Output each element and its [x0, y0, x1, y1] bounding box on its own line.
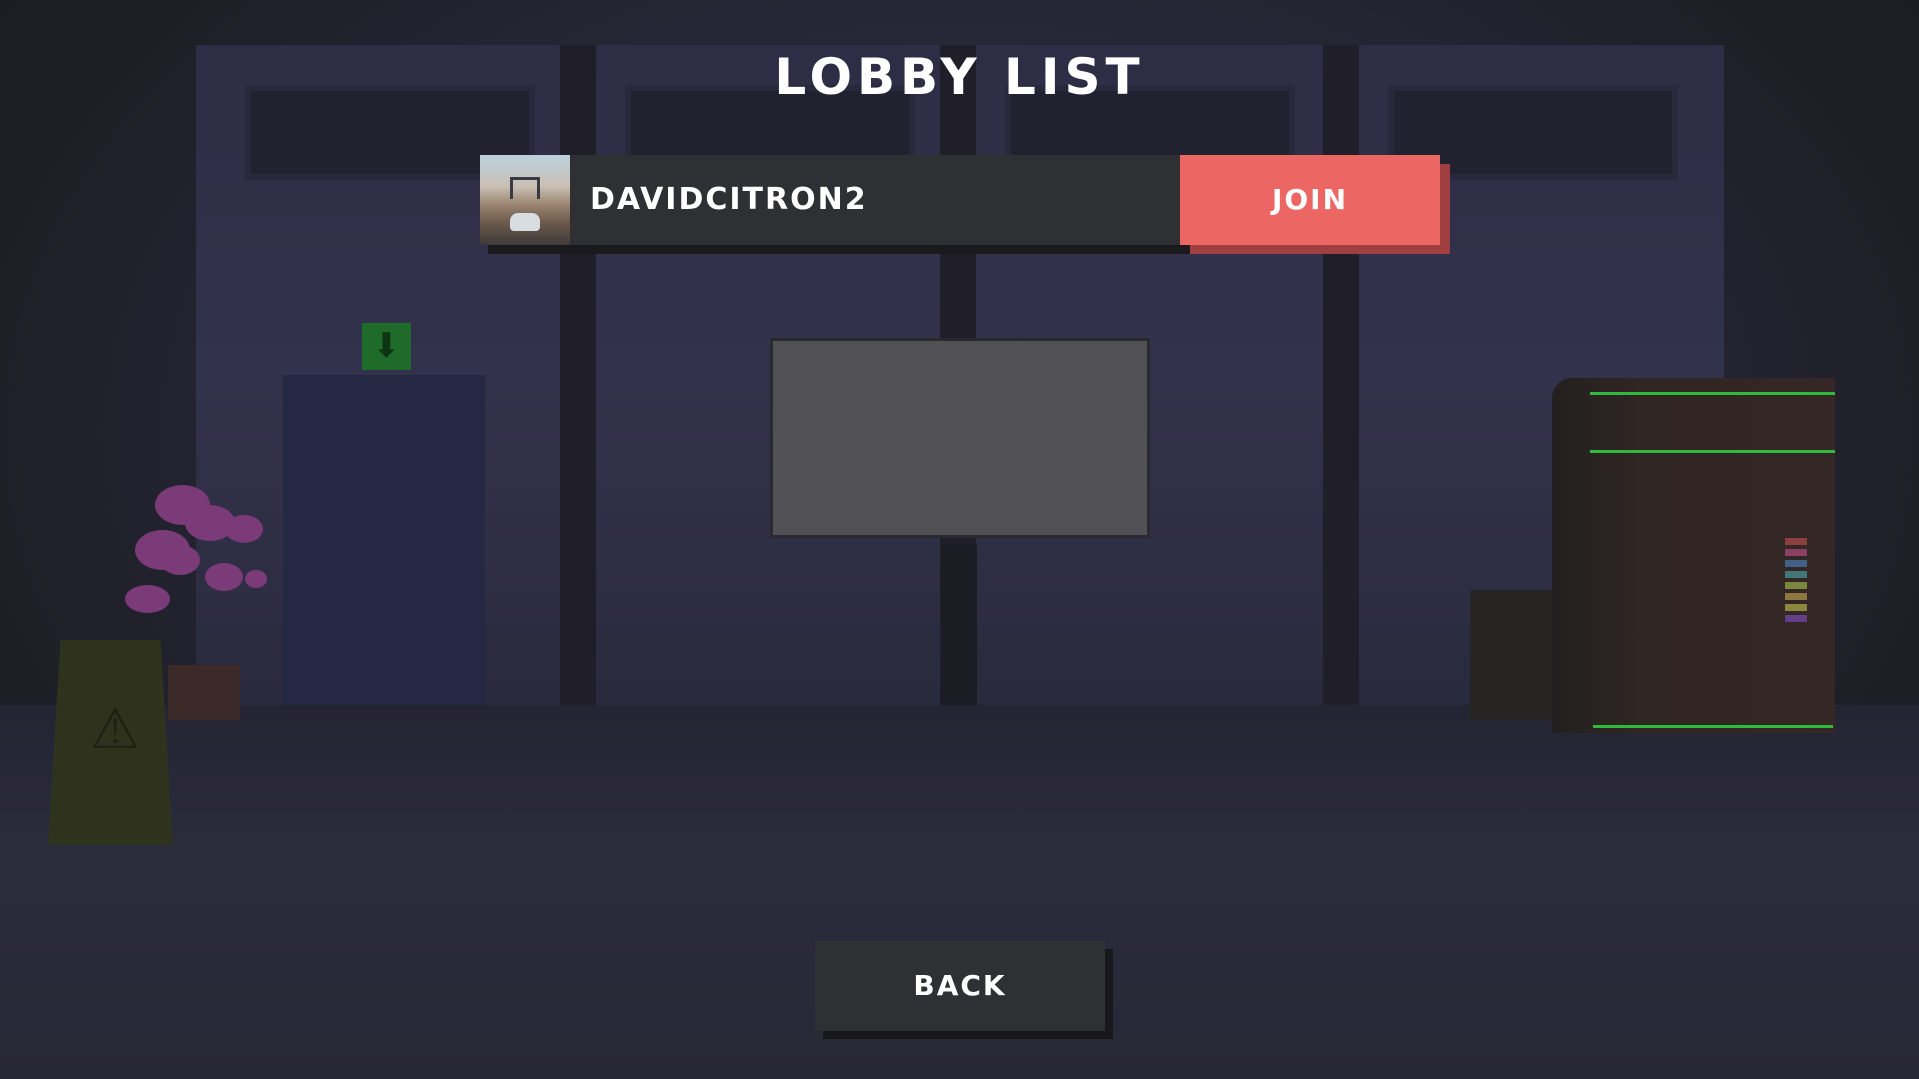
vending-button [1785, 593, 1807, 600]
exit-sign: ⬇ [362, 323, 411, 370]
thumbnail-gate-shape [510, 177, 540, 199]
warning-icon: ⚠ [89, 697, 141, 762]
join-button[interactable]: JOIN [1180, 155, 1440, 245]
back-button[interactable]: BACK [815, 941, 1105, 1031]
vending-neon-strip [1593, 725, 1833, 728]
plant-leaf [205, 563, 243, 591]
plant-leaf [225, 515, 263, 543]
tv-stand [941, 545, 977, 705]
vending-button [1785, 615, 1807, 622]
vending-button [1785, 571, 1807, 578]
plant-pot [168, 665, 240, 720]
vending-button [1785, 549, 1807, 556]
vending-buttons [1785, 538, 1807, 626]
lobby-thumbnail [480, 155, 570, 245]
lobby-list: DAVIDCITRON2 JOIN [480, 155, 1450, 254]
lobby-row: DAVIDCITRON2 JOIN [480, 155, 1450, 254]
vending-button [1785, 538, 1807, 545]
vending-neon-strip [1590, 392, 1835, 395]
vending-button [1785, 560, 1807, 567]
wall-tv-screen [770, 338, 1150, 538]
plant-leaf [245, 570, 267, 588]
down-arrow-icon: ⬇ [372, 326, 401, 366]
lobby-row-body: DAVIDCITRON2 [480, 155, 1180, 245]
page-title: LOBBY LIST [774, 48, 1145, 106]
plant-leaf [125, 585, 170, 613]
wall-pillar [1323, 45, 1359, 705]
vending-neon-strip [1590, 450, 1835, 453]
lobby-host-name: DAVIDCITRON2 [590, 182, 868, 217]
wall-pillar [560, 45, 596, 705]
vending-button [1785, 582, 1807, 589]
exit-door [283, 375, 485, 705]
vending-button [1785, 604, 1807, 611]
thumbnail-car-shape [510, 213, 540, 231]
plant-leaf [160, 545, 200, 575]
